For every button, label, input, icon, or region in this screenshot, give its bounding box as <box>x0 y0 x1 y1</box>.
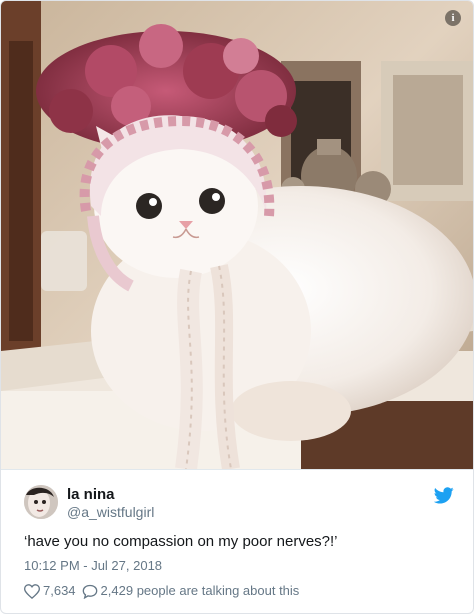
bird-icon[interactable] <box>434 487 454 504</box>
tweet-actions: 7,634 2,429 people are talking about thi… <box>24 583 305 599</box>
talking-about-text: 2,429 people are talking about this <box>100 583 300 598</box>
avatar-image <box>24 485 58 519</box>
embedded-tweet-card: i la nina @a_wistfulgirl ‘have you no co… <box>0 0 474 614</box>
author-names: la nina @a_wistfulgirl <box>67 486 154 521</box>
tweet-photo[interactable]: i <box>1 1 473 470</box>
avatar[interactable] <box>24 485 58 519</box>
tweet-timestamp[interactable]: 10:12 PM - Jul 27, 2018 <box>24 558 162 574</box>
tweet-text: ‘have you no compassion on my poor nerve… <box>24 533 338 550</box>
like-count: 7,634 <box>43 583 76 598</box>
like-action[interactable]: 7,634 <box>24 583 76 599</box>
info-icon[interactable]: i <box>445 10 461 26</box>
tweet-author-header: la nina @a_wistfulgirl <box>24 485 454 521</box>
cat-in-bonnet-photo <box>1 1 473 469</box>
reply-action[interactable]: 2,429 people are talking about this <box>82 583 300 599</box>
display-name[interactable]: la nina <box>67 486 154 504</box>
user-handle[interactable]: @a_wistfulgirl <box>67 504 154 521</box>
speech-bubble-icon <box>82 584 97 599</box>
heart-icon <box>24 583 40 599</box>
